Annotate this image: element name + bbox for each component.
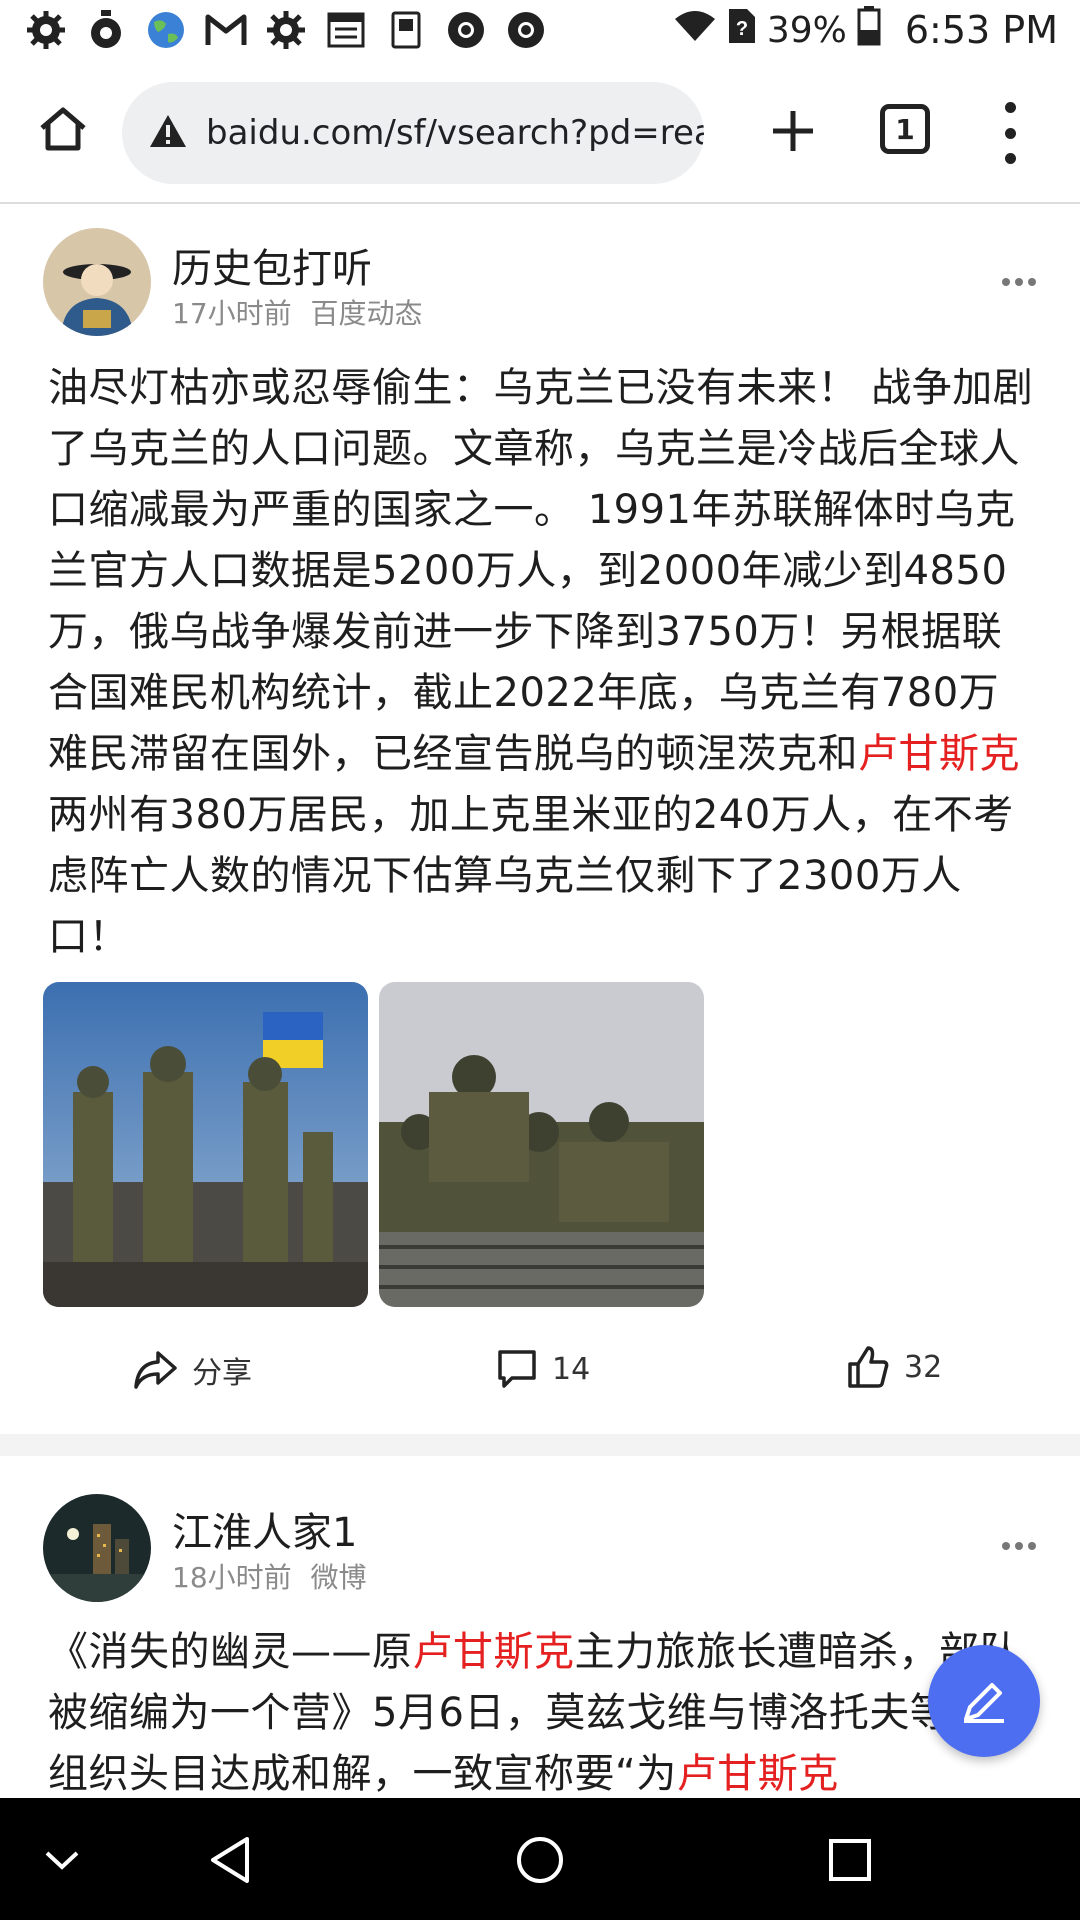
post-source: 百度动态	[310, 297, 423, 330]
highlight-keyword: 卢甘斯克	[412, 1629, 575, 1675]
plus-icon	[773, 111, 813, 151]
post-photos	[43, 982, 704, 1307]
compose-button[interactable]	[928, 1645, 1040, 1757]
dot	[1002, 1542, 1010, 1550]
dot	[1015, 1542, 1023, 1550]
clock: 6:53 PM	[904, 8, 1058, 52]
avatar[interactable]	[43, 228, 151, 336]
more-menu-button[interactable]	[992, 96, 1028, 170]
status-bar: ? 39% 6:53 PM	[0, 0, 1080, 60]
system-indicators: ? 39% 6:53 PM	[673, 5, 1058, 55]
post-text: 油尽灯枯亦或忍辱偷生：乌克兰已没有未来！ 战争加剧了乌克兰的人口问题。文章称，乌…	[48, 365, 1034, 777]
battery-icon	[857, 5, 881, 55]
comment-count: 14	[552, 1351, 591, 1387]
home-button[interactable]	[30, 96, 96, 162]
avatar[interactable]	[43, 1494, 151, 1602]
url-text[interactable]: baidu.com/sf/vsearch?pd=rea	[206, 113, 704, 153]
post-author[interactable]: 江淮人家1	[172, 1500, 357, 1558]
share-button[interactable]: 分享	[132, 1348, 252, 1392]
recents-button[interactable]	[820, 1830, 880, 1890]
post-divider	[0, 1434, 1080, 1456]
dot	[1004, 102, 1016, 113]
recents-icon	[829, 1839, 871, 1881]
timer-icon	[84, 8, 128, 52]
dictionary-icon	[384, 8, 428, 52]
share-label: 分享	[192, 1356, 252, 1391]
post-source: 微博	[310, 1561, 367, 1594]
dot	[1028, 1542, 1036, 1550]
gmail-icon	[204, 8, 248, 52]
globe-icon	[144, 8, 188, 52]
post-text: 《消失的幽灵——原	[48, 1629, 413, 1675]
tab-switcher-button[interactable]: 1	[880, 104, 930, 154]
thumbs-up-icon	[848, 1346, 889, 1388]
warning-icon[interactable]	[148, 113, 188, 153]
post-meta: 17小时前 百度动态	[172, 292, 423, 332]
pencil-icon	[964, 1683, 1004, 1723]
like-count: 32	[904, 1349, 943, 1385]
notification-icons	[24, 8, 548, 52]
post-time: 18小时前	[172, 1561, 292, 1594]
chrome-icon	[504, 8, 548, 52]
like-button[interactable]: 32	[846, 1344, 942, 1390]
dot	[1004, 127, 1016, 139]
home-nav-button[interactable]	[510, 1830, 570, 1890]
dot	[1004, 153, 1016, 164]
gear-icon	[24, 8, 68, 52]
highlight-keyword: 卢甘斯克	[676, 1751, 839, 1797]
collapse-nav-button[interactable]	[40, 1838, 84, 1882]
svg-text:?: ?	[736, 18, 748, 40]
chevron-down-icon	[45, 1851, 79, 1870]
post-meta: 18小时前 微博	[172, 1556, 367, 1596]
calendar-icon	[324, 8, 368, 52]
chrome-icon	[444, 8, 488, 52]
post-more-button[interactable]	[1002, 278, 1036, 288]
post-body[interactable]: 《消失的幽灵——原卢甘斯克主力旅旅长遭暗杀，部队被缩编为一个营》5月6日，莫兹戈…	[48, 1622, 1038, 1798]
wifi-icon	[673, 9, 717, 52]
post-more-button[interactable]	[1002, 1542, 1036, 1552]
post-body[interactable]: 油尽灯枯亦或忍辱偷生：乌克兰已没有未来！ 战争加剧了乌克兰的人口问题。文章称，乌…	[48, 358, 1038, 968]
post-time: 17小时前	[172, 297, 292, 330]
post-author[interactable]: 历史包打听	[172, 236, 372, 294]
gear-icon	[264, 8, 308, 52]
address-bar[interactable]: baidu.com/sf/vsearch?pd=rea	[122, 82, 704, 184]
dot	[1028, 278, 1036, 286]
no-sim-icon: ?	[727, 7, 757, 54]
dot	[1002, 278, 1010, 286]
home-circle-icon	[517, 1837, 563, 1883]
new-tab-button[interactable]	[758, 96, 828, 166]
system-nav-bar	[0, 1798, 1080, 1920]
post-text: 两州有380万居民，加上克里米亚的240万人，在不考虑阵亡人数的情况下估算乌克兰…	[48, 792, 1014, 960]
browser-toolbar: baidu.com/sf/vsearch?pd=rea 1	[0, 60, 1080, 204]
battery-percent: 39%	[766, 9, 847, 51]
back-button[interactable]	[200, 1830, 260, 1890]
dot	[1015, 278, 1023, 286]
share-icon	[134, 1351, 177, 1389]
soldiers-on-vehicle-photo[interactable]	[379, 982, 704, 1307]
comment-button[interactable]: 14	[496, 1348, 590, 1390]
highlight-keyword: 卢甘斯克	[858, 731, 1020, 777]
soldiers-with-flag-photo[interactable]	[43, 982, 368, 1307]
home-icon	[40, 107, 86, 151]
comment-icon	[498, 1350, 536, 1388]
back-icon	[211, 1837, 249, 1883]
post-actions: 分享 14 32	[0, 1340, 1080, 1400]
